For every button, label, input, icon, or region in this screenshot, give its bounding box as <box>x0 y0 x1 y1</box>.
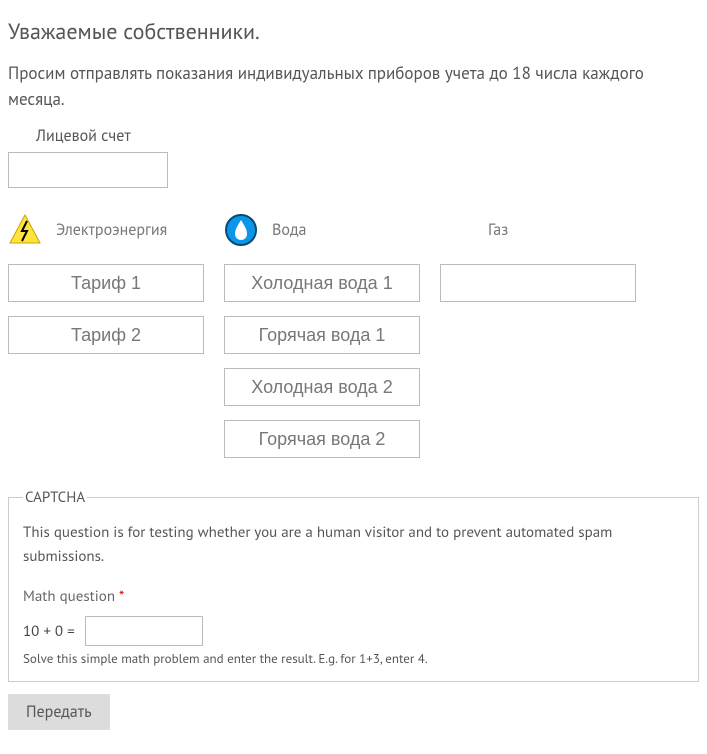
gas-header: Газ <box>440 210 636 250</box>
electricity-header: Электроэнергия <box>8 210 204 250</box>
tariff-1-input[interactable] <box>8 264 204 302</box>
hot-water-1-input[interactable] <box>224 316 420 354</box>
gas-input[interactable] <box>440 264 636 302</box>
math-answer-input[interactable] <box>85 616 203 646</box>
electricity-icon <box>8 213 42 247</box>
captcha-legend: CAPTCHA <box>23 488 87 507</box>
water-header: Вода <box>224 210 420 250</box>
math-question-label: Math question * <box>23 587 684 606</box>
captcha-fieldset: CAPTCHA This question is for testing whe… <box>8 488 699 682</box>
column-gas: Газ <box>440 210 636 472</box>
required-mark: * <box>119 587 124 606</box>
math-label-text: Math question <box>23 587 115 606</box>
captcha-description: This question is for testing whether you… <box>23 521 684 569</box>
tariff-2-input[interactable] <box>8 316 204 354</box>
water-label: Вода <box>272 220 306 240</box>
cold-water-1-input[interactable] <box>224 264 420 302</box>
account-label: Лицевой счет <box>36 126 699 146</box>
math-help-text: Solve this simple math problem and enter… <box>23 650 684 667</box>
electricity-label: Электроэнергия <box>56 220 167 240</box>
hot-water-2-input[interactable] <box>224 420 420 458</box>
page-title: Уважаемые собственники. <box>8 18 699 46</box>
math-question-text: 10 + 0 = <box>23 622 75 641</box>
water-icon <box>224 213 258 247</box>
gas-icon <box>440 213 474 247</box>
column-electricity: Электроэнергия <box>8 210 204 472</box>
gas-label: Газ <box>488 220 508 240</box>
submit-button[interactable]: Передать <box>8 694 110 730</box>
column-water: Вода <box>224 210 420 472</box>
intro-text: Просим отправлять показания индивидуальн… <box>8 61 699 112</box>
account-input[interactable] <box>8 152 168 188</box>
cold-water-2-input[interactable] <box>224 368 420 406</box>
